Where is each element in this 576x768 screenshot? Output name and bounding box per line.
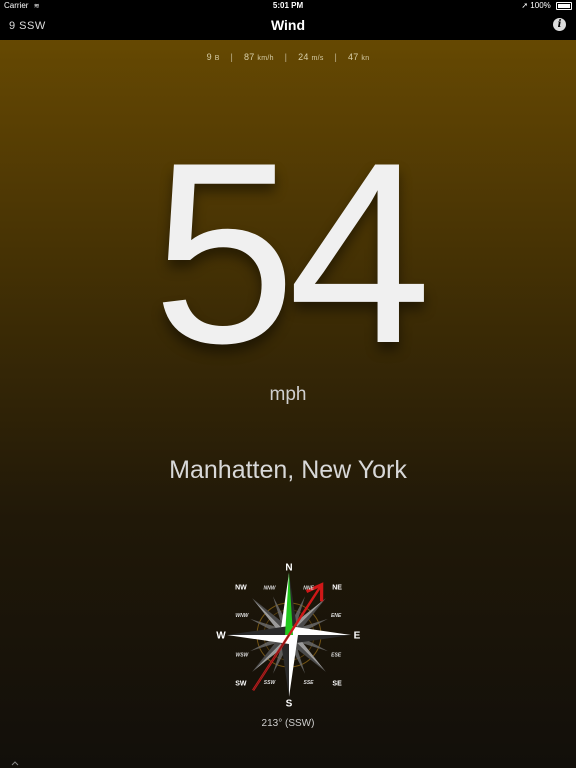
kn-unit: kn [361,55,370,62]
nav-bar: 9 SSW Wind i [0,12,576,40]
beaufort-value: 9 [206,52,212,62]
compass-label-s: S [286,699,293,710]
share-icon[interactable] [10,760,20,768]
kmh-value: 87 [243,52,255,62]
kn-value: 47 [347,52,359,62]
status-bar: Carrier ≋ 5:01 PM ➚ 100% [0,0,576,12]
compass-label-n: N [285,563,292,574]
status-time: 5:01 PM [272,1,304,10]
compass-label-ese: ESE [331,652,342,658]
info-button[interactable]: i [553,18,566,31]
compass-label-nne: NNE [303,586,314,592]
ms-value: 24 [298,52,309,62]
location-arrow-icon: ➚ [521,1,529,10]
compass-label-ssw: SSW [264,680,277,686]
page-title: Wind [270,17,306,33]
wind-bearing: 213° (SSW) [261,718,315,729]
separator: | [284,52,288,62]
separator: | [230,52,234,62]
compass-label-w: W [216,631,226,642]
wind-speed-unit: mph [269,384,307,405]
compass-label-wsw: WSW [235,652,249,658]
beaufort-unit: B [214,55,220,62]
compass-label-wnw: WNW [235,613,249,619]
battery-percent: 100% [530,1,551,10]
compass-label-sw: SW [235,681,247,688]
compass-label-ene: ENE [331,613,342,619]
separator: | [334,52,338,62]
compass-label-se: SE [332,681,342,688]
status-right: ➚ 100% [521,0,572,12]
compass-label-nw: NW [235,584,247,591]
compass-label-e: E [354,631,361,642]
compass-rose-icon: NESWNESESWNW NNEENEESESSESSWWSWWNWNNW [216,563,361,710]
wind-speed-value: 54 [152,108,432,397]
kmh-unit: km/h [257,55,274,62]
ms-unit: m/s [311,55,324,62]
compass-label-ne: NE [332,584,342,591]
location-name[interactable]: Manhatten, New York [0,456,576,485]
battery-icon [556,1,572,10]
speed-conversions: 9 B | 87 km/h | 24 m/s | 47 kn [0,52,576,62]
compass-label-sse: SSE [304,680,315,686]
compass-label-nnw: NNW [264,586,277,592]
